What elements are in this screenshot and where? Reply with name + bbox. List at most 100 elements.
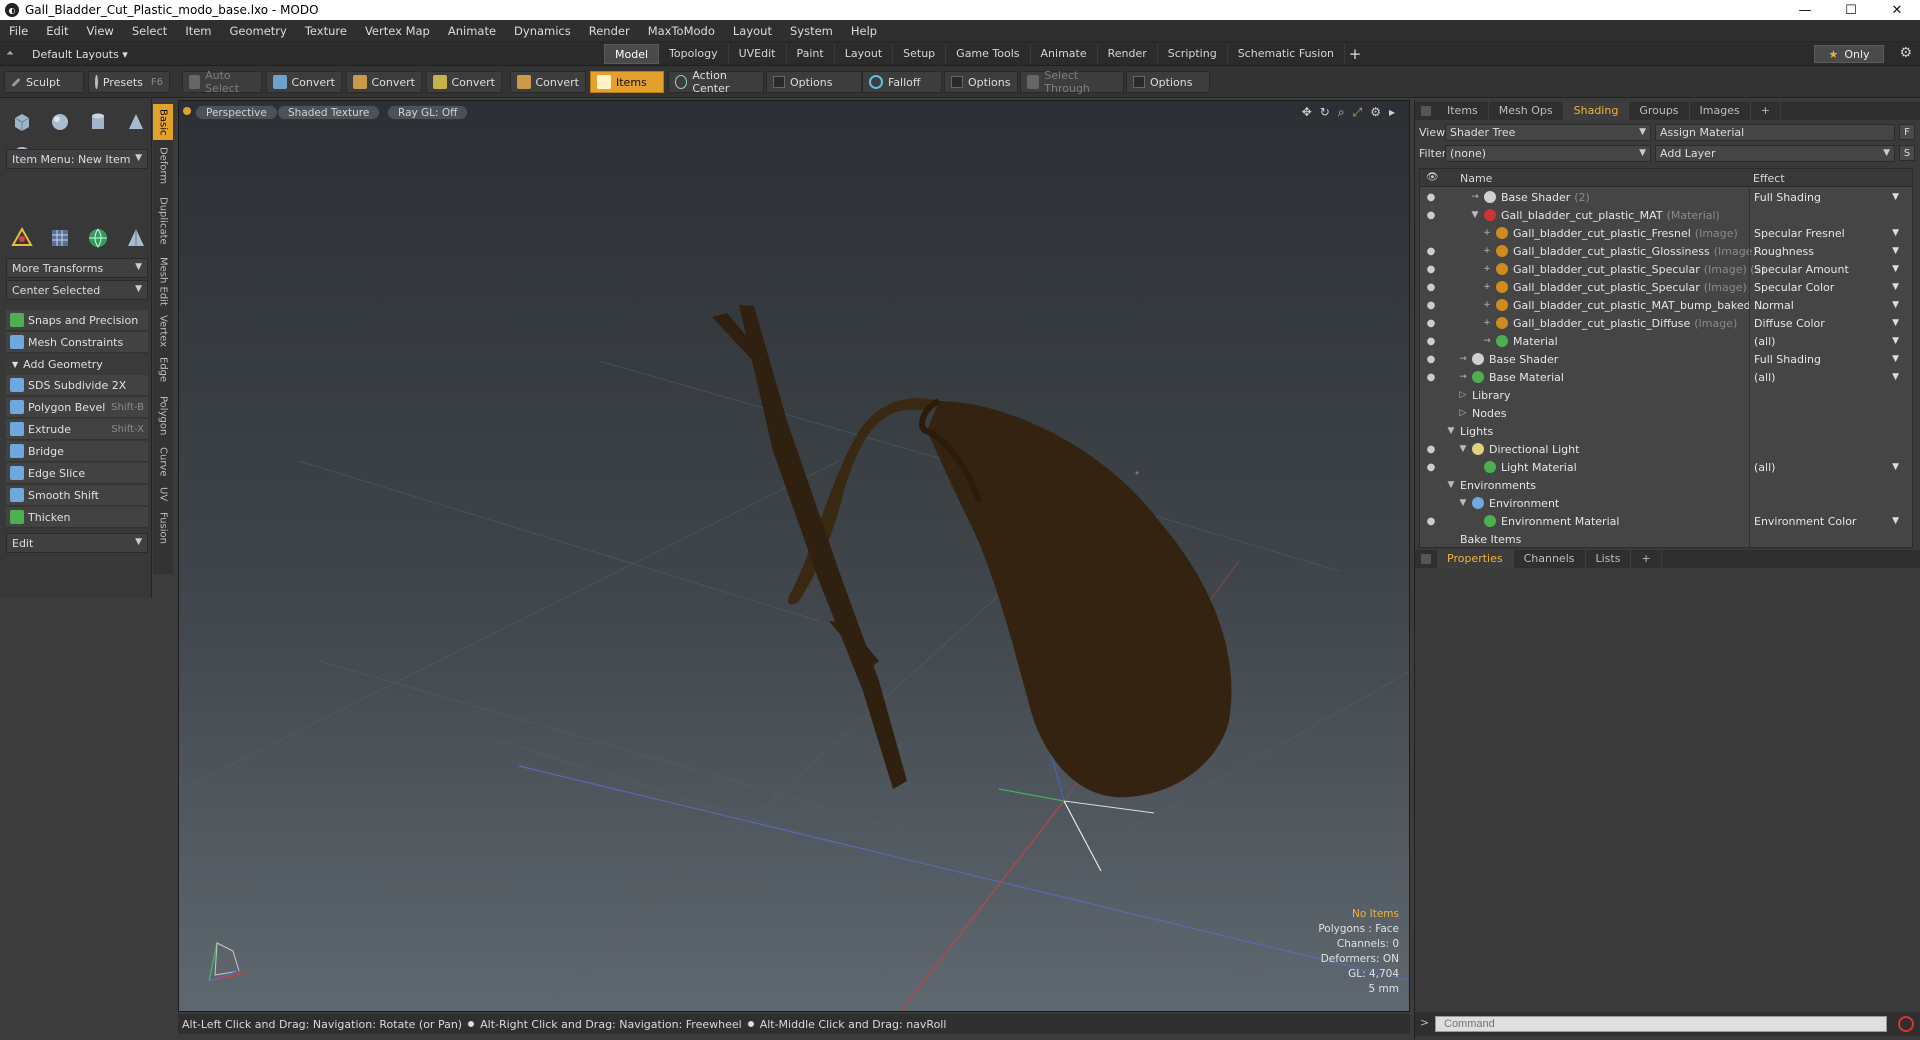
effect-dropdown[interactable]: (all) ▼ xyxy=(1749,368,1901,386)
options-checkbox[interactable] xyxy=(951,76,963,88)
close-button[interactable]: ✕ xyxy=(1874,0,1920,20)
view-dropdown[interactable]: Shader Tree ▼ xyxy=(1445,123,1651,141)
add-layer-dropdown[interactable]: Add Layer ▼ xyxy=(1655,144,1895,162)
cylinder-icon[interactable] xyxy=(82,106,114,138)
tree-row[interactable]: ● ▼ Gall_bladder_cut_plastic_MAT (Material) xyxy=(1420,206,1912,224)
only-button[interactable]: ★ Only xyxy=(1814,45,1884,63)
tool-polygon-bevel-button[interactable]: Polygon Bevel Shift-B xyxy=(6,397,148,418)
expand-toggle-icon[interactable]: ▼ xyxy=(1470,210,1480,220)
tree-row[interactable]: + Gall_bladder_cut_plastic_Fresnel (Image)… xyxy=(1420,224,1912,242)
expand-toggle-icon[interactable]: ▷ xyxy=(1458,408,1468,418)
convert-button-2[interactable]: Convert xyxy=(346,71,422,93)
expand-toggle-icon[interactable]: + xyxy=(1482,300,1492,310)
panel-tab-groups[interactable]: Groups xyxy=(1629,102,1690,120)
effect-dropdown[interactable]: (all) ▼ xyxy=(1749,458,1901,476)
layout-tab-uvedit[interactable]: UVEdit xyxy=(729,44,787,64)
tree-row[interactable]: ▷ Nodes xyxy=(1420,404,1912,422)
visibility-eye-icon[interactable]: ● xyxy=(1424,336,1438,347)
visibility-eye-icon[interactable]: ● xyxy=(1424,264,1438,275)
menu-animate[interactable]: Animate xyxy=(439,24,505,38)
tool-thicken-button[interactable]: Thicken xyxy=(6,507,148,528)
menu-select[interactable]: Select xyxy=(123,24,176,38)
snaps-precision-button[interactable]: Snaps and Precision xyxy=(6,310,148,331)
center-selected-dropdown[interactable]: Center Selected ▼ xyxy=(6,280,148,300)
options-checkbox[interactable] xyxy=(773,76,785,88)
effect-column-header[interactable]: Effect xyxy=(1753,172,1785,185)
vtab-vertex[interactable]: Vertex xyxy=(153,312,173,350)
tree-row[interactable]: Bake Items xyxy=(1420,530,1912,547)
layout-tab-game-tools[interactable]: Game Tools xyxy=(946,44,1031,64)
vtab-polygon[interactable]: Polygon xyxy=(153,390,173,442)
falloff-button[interactable]: Falloff xyxy=(862,71,942,93)
expand-toggle-icon[interactable]: + xyxy=(1482,246,1492,256)
maximize-button[interactable]: ☐ xyxy=(1828,0,1874,20)
effect-dropdown[interactable]: Specular Amount ▼ xyxy=(1749,260,1901,278)
menu-layout[interactable]: Layout xyxy=(724,24,781,38)
filter-dropdown[interactable]: (none) ▼ xyxy=(1445,144,1651,162)
sphere-icon[interactable] xyxy=(44,106,76,138)
convert-button-1[interactable]: Convert xyxy=(266,71,342,93)
gear-icon[interactable]: ⚙ xyxy=(1899,45,1912,61)
menu-geometry[interactable]: Geometry xyxy=(221,24,296,38)
menu-file[interactable]: File xyxy=(0,24,37,38)
convert-button-4[interactable]: Convert xyxy=(510,71,586,93)
tool-bridge-button[interactable]: Bridge xyxy=(6,441,148,462)
tree-row[interactable]: ● ▼ Directional Light xyxy=(1420,440,1912,458)
name-column-header[interactable]: Name xyxy=(1460,172,1492,185)
props-tab-properties[interactable]: Properties xyxy=(1437,550,1514,568)
expand-toggle-icon[interactable]: ▼ xyxy=(1446,480,1456,490)
vtab-uv[interactable]: UV xyxy=(153,482,173,506)
mesh-constraints-button[interactable]: Mesh Constraints xyxy=(6,332,148,353)
visibility-eye-icon[interactable]: ● xyxy=(1424,282,1438,293)
menu-vertex-map[interactable]: Vertex Map xyxy=(356,24,439,38)
menu-item[interactable]: Item xyxy=(176,24,220,38)
select-options-button[interactable]: Options xyxy=(1126,71,1210,93)
visibility-eye-icon[interactable]: ● xyxy=(1424,462,1438,473)
panel-tab-shading[interactable]: Shading xyxy=(1563,102,1630,120)
effect-dropdown[interactable]: (all) ▼ xyxy=(1749,332,1901,350)
tool-smooth-shift-button[interactable]: Smooth Shift xyxy=(6,485,148,506)
tree-row[interactable]: ▼ Environment xyxy=(1420,494,1912,512)
grid-icon[interactable] xyxy=(44,222,76,254)
command-input[interactable] xyxy=(1435,1016,1887,1032)
convert-button-3[interactable]: Convert xyxy=(426,71,502,93)
visibility-eye-icon[interactable]: ● xyxy=(1424,354,1438,365)
add-props-tab-button[interactable]: + xyxy=(1631,550,1662,568)
tree-row[interactable]: ● + Gall_bladder_cut_plastic_Glossiness (Im… xyxy=(1420,242,1912,260)
expand-toggle-icon[interactable]: + xyxy=(1482,228,1492,238)
menu-render[interactable]: Render xyxy=(580,24,639,38)
expand-toggle-icon[interactable]: + xyxy=(1482,282,1492,292)
tool-sds-subdivide-2x-button[interactable]: SDS Subdivide 2X xyxy=(6,375,148,396)
transform-icon[interactable] xyxy=(6,222,38,254)
vtab-duplicate[interactable]: Duplicate xyxy=(153,192,173,250)
cone-icon[interactable] xyxy=(120,106,152,138)
panel-menu-icon[interactable] xyxy=(1421,554,1431,564)
visibility-eye-icon[interactable]: ● xyxy=(1424,300,1438,311)
add-layout-tab-button[interactable]: + xyxy=(1345,44,1365,64)
layout-tab-topology[interactable]: Topology xyxy=(659,44,729,64)
menu-texture[interactable]: Texture xyxy=(296,24,356,38)
expand-toggle-icon[interactable]: → xyxy=(1482,336,1492,346)
effect-dropdown[interactable]: Environment Color ▼ xyxy=(1749,512,1901,530)
tree-row[interactable]: ● + Gall_bladder_cut_plastic_Specular (Imag… xyxy=(1420,260,1912,278)
layout-tab-animate[interactable]: Animate xyxy=(1031,44,1098,64)
effect-dropdown[interactable]: Specular Fresnel ▼ xyxy=(1749,224,1901,242)
tree-row[interactable]: ● + Gall_bladder_cut_plastic_MAT_bump_bake… xyxy=(1420,296,1912,314)
tree-row[interactable]: ▼ Lights xyxy=(1420,422,1912,440)
vtab-edge[interactable]: Edge xyxy=(153,352,173,388)
tree-row[interactable]: ● → Material (all) ▼ xyxy=(1420,332,1912,350)
layout-tab-scripting[interactable]: Scripting xyxy=(1158,44,1228,64)
presets-button[interactable]: Presets F6 xyxy=(88,71,170,93)
props-tab-lists[interactable]: Lists xyxy=(1586,550,1632,568)
layout-tab-setup[interactable]: Setup xyxy=(893,44,947,64)
record-icon[interactable] xyxy=(1898,1016,1914,1032)
vtab-basic[interactable]: Basic xyxy=(153,104,173,140)
falloff-options-button[interactable]: Options xyxy=(944,71,1018,93)
panel-menu-icon[interactable] xyxy=(1421,106,1431,116)
tree-row[interactable]: ▷ Library xyxy=(1420,386,1912,404)
panel-tab-items[interactable]: Items xyxy=(1437,102,1489,120)
tree-row[interactable]: ● → Base Shader (2) Full Shading ▼ xyxy=(1420,188,1912,206)
options-checkbox[interactable] xyxy=(1133,76,1145,88)
props-tab-channels[interactable]: Channels xyxy=(1514,550,1586,568)
expand-toggle-icon[interactable]: + xyxy=(1482,264,1492,274)
